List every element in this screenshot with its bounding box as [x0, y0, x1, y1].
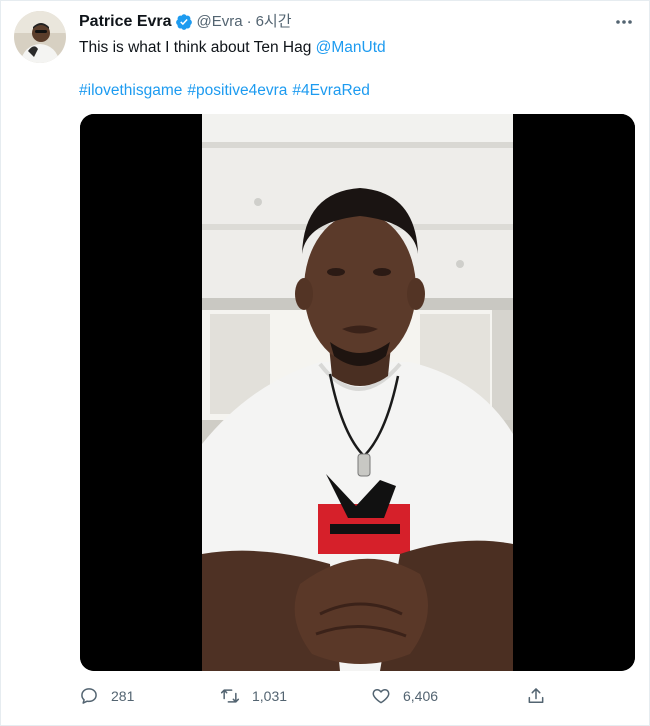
share-button[interactable] — [526, 684, 546, 708]
reply-button[interactable]: 281 — [79, 684, 134, 708]
like-button[interactable]: 6,406 — [371, 684, 438, 708]
video-frame — [202, 114, 513, 671]
tweet-header: Patrice Evra @Evra · 6시간 — [79, 12, 292, 32]
retweet-button[interactable]: 1,031 — [220, 684, 287, 708]
share-icon — [528, 688, 544, 703]
verified-badge-icon — [175, 13, 193, 31]
heart-icon — [372, 689, 390, 704]
tweet-text: This is what I think about Ten Hag @ManU… — [79, 38, 386, 58]
tweet-timestamp[interactable]: 6시간 — [256, 12, 292, 32]
retweet-icon — [220, 689, 240, 703]
tweet-card: Patrice Evra @Evra · 6시간 This is what I … — [0, 0, 650, 726]
hashtag-row: #ilovethisgame #positive4evra #4EvraRed — [79, 81, 375, 101]
hashtag-link[interactable]: #4EvraRed — [292, 82, 370, 99]
separator-dot: · — [246, 13, 252, 30]
author-handle[interactable]: @Evra — [197, 12, 243, 32]
reply-icon — [81, 688, 97, 704]
retweet-count: 1,031 — [252, 688, 288, 704]
like-count: 6,406 — [403, 688, 439, 704]
mention-link[interactable]: @ManUtd — [316, 39, 386, 56]
tweet-text-main: This is what I think about Ten Hag — [79, 39, 316, 56]
tweet-actions: 281 1,031 6,406 — [79, 684, 559, 708]
display-name[interactable]: Patrice Evra — [79, 12, 172, 32]
more-dots-icon[interactable] — [613, 11, 635, 33]
hashtag-link[interactable]: #positive4evra — [187, 82, 287, 99]
video-thumbnail[interactable] — [80, 114, 635, 671]
reply-count: 281 — [111, 688, 135, 704]
hashtag-link[interactable]: #ilovethisgame — [79, 82, 182, 99]
avatar[interactable] — [14, 11, 66, 63]
